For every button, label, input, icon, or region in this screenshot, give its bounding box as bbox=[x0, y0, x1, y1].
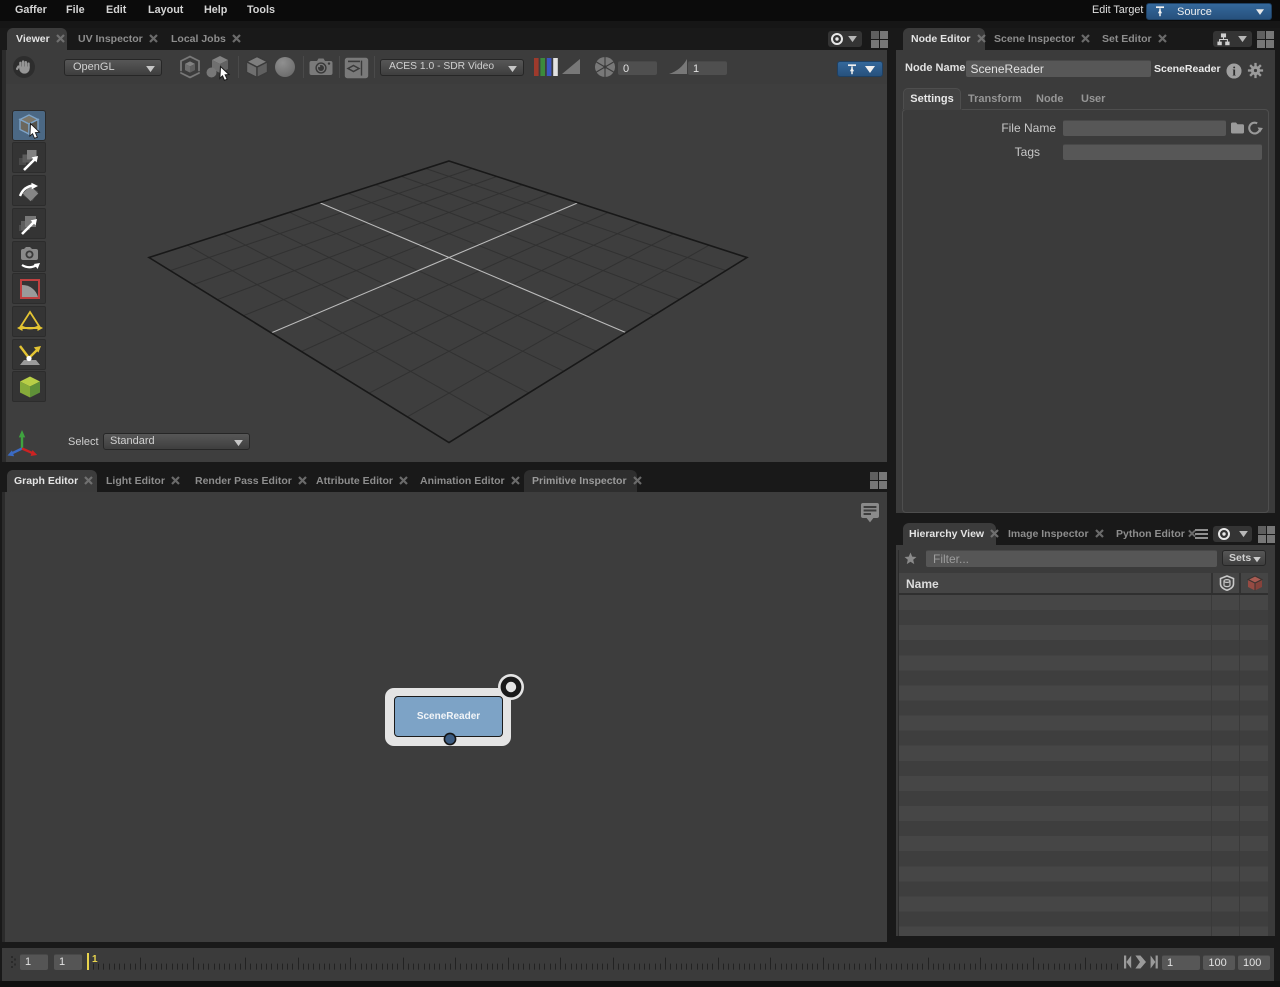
svg-text:i: i bbox=[1232, 64, 1236, 78]
